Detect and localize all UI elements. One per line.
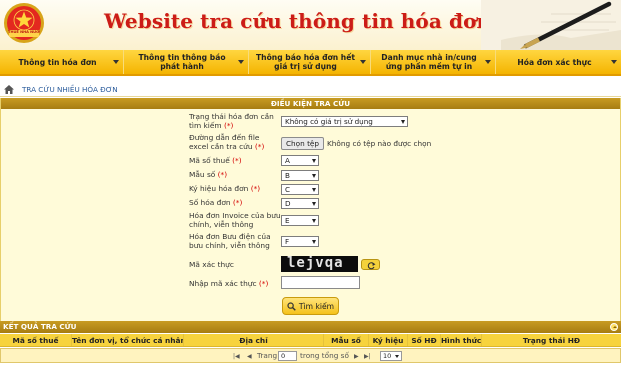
refresh-captcha-button[interactable] [361, 259, 380, 270]
choose-file-button[interactable]: Chọn tệp [281, 137, 324, 150]
tax-emblem-icon [4, 3, 44, 43]
chevron-down-icon [238, 60, 244, 64]
nav-item-issue-notices[interactable]: Thông tin thông báo phát hành [124, 50, 249, 74]
captcha-image: lejvqa [281, 256, 358, 272]
form-code-label: Mẫu số (*) [189, 170, 228, 179]
chevron-down-icon [395, 355, 399, 358]
search-button-label: Tìm kiếm [298, 301, 335, 311]
postal-receipt-label: Hóa đơn Bưu điện của bưu chính, viễn thô… [189, 232, 271, 250]
chevron-down-icon [312, 240, 316, 244]
column-header[interactable]: Số HĐ [408, 334, 441, 346]
chevron-down-icon [360, 60, 366, 64]
nav-item-label: Hóa đơn xác thực [517, 57, 592, 67]
form-code-select[interactable]: B [281, 170, 319, 181]
nav-item-verified-invoices[interactable]: Hóa đơn xác thực [496, 50, 621, 74]
breadcrumb: TRA CỨU NHIỀU HÓA ĐƠN [0, 83, 621, 95]
status-select[interactable]: Không có giá trị sử dụng [281, 116, 408, 127]
emblem-text: THUẾ NHÀ NƯỚC [8, 30, 40, 34]
column-header[interactable]: Mã số thuế [0, 334, 72, 346]
chevron-down-icon [312, 174, 316, 178]
column-header[interactable]: Tên đơn vị, tổ chức cá nhân [72, 334, 184, 346]
last-page-icon[interactable]: ▶| [364, 353, 371, 360]
results-panel-title: KẾT QUẢ TRA CỨU [0, 321, 621, 333]
file-label: Đường dẫn đến file excel cần tra cứu (*) [189, 133, 265, 151]
postal-invoice-label: Hóa đơn Invoice của bưu chính, viễn thôn… [189, 211, 281, 229]
column-header[interactable]: Địa chỉ [184, 334, 324, 346]
nav-item-expired-notices[interactable]: Thông báo hóa đơn hết giá trị sử dụng [249, 50, 371, 74]
chevron-down-icon [485, 60, 491, 64]
chevron-down-icon [312, 188, 316, 192]
search-icon [287, 301, 296, 311]
breadcrumb-current[interactable]: TRA CỨU NHIỀU HÓA ĐƠN [22, 85, 118, 94]
divider [0, 96, 621, 97]
page-input[interactable]: 0 [278, 351, 297, 361]
nav-item-label: Thông tin thông báo phát hành [138, 53, 226, 71]
captcha-input-label: Nhập mã xác thực (*) [189, 279, 269, 288]
captcha-input[interactable] [281, 276, 360, 289]
chevron-down-icon [312, 202, 316, 206]
column-header[interactable]: Mẫu số [324, 334, 369, 346]
tax-code-label: Mã số thuế (*) [189, 156, 242, 165]
home-icon[interactable] [4, 84, 14, 94]
refresh-icon [367, 262, 376, 270]
status-label: Trạng thái hóa đơn cần tìm kiếm (*) [189, 112, 274, 130]
invoice-number-select[interactable]: D [281, 198, 319, 209]
postal-invoice-select[interactable]: E [281, 215, 319, 226]
column-header[interactable]: Trạng thái HĐ [482, 334, 621, 346]
chevron-down-icon [312, 159, 316, 163]
site-title: Website tra cứu thông tin hóa đơn [104, 9, 492, 33]
nav-item-printers-list[interactable]: Danh mục nhà in/cung ứng phần mềm tự in [371, 50, 496, 74]
main-nav: Thông tin hóa đơn Thông tin thông báo ph… [0, 50, 621, 76]
symbol-select[interactable]: C [281, 184, 319, 195]
chevron-down-icon [611, 60, 617, 64]
pagination: |◀ ◀ Trang 0 trong tổng số ▶ ▶| 10 [0, 348, 621, 363]
next-page-icon[interactable]: ▶ [354, 353, 359, 360]
chevron-down-icon [312, 219, 316, 223]
file-status: Không có tệp nào được chọn [327, 139, 432, 148]
page-size-select[interactable]: 10 [380, 351, 402, 361]
column-header[interactable]: Ký hiệu [369, 334, 408, 346]
chevron-down-icon [401, 120, 405, 124]
nav-item-label: Danh mục nhà in/cung ứng phần mềm tự in [381, 53, 477, 71]
tax-code-select[interactable]: A [281, 155, 319, 166]
column-header[interactable]: Hình thức [441, 334, 482, 346]
collapse-icon[interactable] [610, 323, 618, 331]
pen-decoration-icon [481, 0, 621, 50]
chevron-down-icon [113, 60, 119, 64]
search-button[interactable]: Tìm kiếm [282, 297, 339, 315]
page-label: Trang [257, 351, 278, 360]
search-panel-title: ĐIỀU KIỆN TRA CỨU [1, 98, 620, 109]
symbol-label: Ký hiệu hóa đơn (*) [189, 184, 261, 193]
captcha-text: lejvqa [287, 256, 344, 271]
results-table-header: Mã số thuế Tên đơn vị, tổ chức cá nhân Đ… [0, 334, 621, 347]
invoice-number-label: Số hóa đơn (*) [189, 198, 243, 207]
first-page-icon[interactable]: |◀ [233, 353, 240, 360]
total-label: trong tổng số [300, 351, 349, 360]
nav-item-label: Thông tin hóa đơn [18, 57, 97, 67]
captcha-label: Mã xác thực [189, 260, 234, 269]
site-banner: THUẾ NHÀ NƯỚC Website tra cứu thông tin … [0, 0, 621, 50]
postal-receipt-select[interactable]: F [281, 236, 319, 247]
nav-item-label: Thông báo hóa đơn hết giá trị sử dụng [256, 53, 355, 71]
nav-item-invoice-info[interactable]: Thông tin hóa đơn [0, 50, 124, 74]
prev-page-icon[interactable]: ◀ [247, 353, 252, 360]
